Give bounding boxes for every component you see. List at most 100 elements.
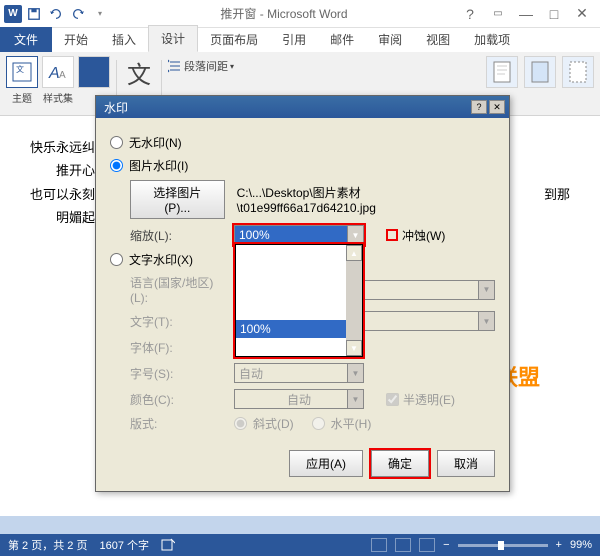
horizontal-label: 水平(H) <box>331 415 372 432</box>
picture-watermark-label: 图片水印(I) <box>129 157 188 174</box>
washout-label: 冲蚀(W) <box>402 227 445 244</box>
font-icon: 文 <box>123 56 155 88</box>
dialog-close-icon[interactable]: ✕ <box>489 100 505 114</box>
document-bottom-margin <box>0 516 600 534</box>
scale-dropdown-list: 自动 500% 200% 150% 100% 50% ▲ ▼ <box>235 244 363 357</box>
dialog-help-icon[interactable]: ? <box>471 100 487 114</box>
dd-item-50[interactable]: 50% <box>236 338 362 356</box>
color-combo: 自动 ▼ <box>234 389 364 409</box>
cancel-button[interactable]: 取消 <box>437 450 495 477</box>
no-watermark-label: 无水印(N) <box>129 134 182 151</box>
washout-checkbox[interactable] <box>386 229 398 241</box>
text-label: 文字(T): <box>130 313 230 330</box>
apply-button[interactable]: 应用(A) <box>289 450 363 477</box>
page-border-icon <box>562 56 594 88</box>
select-picture-button[interactable]: 选择图片(P)... <box>130 180 225 219</box>
window-title: 推开窗 - Microsoft Word <box>110 5 458 22</box>
page-color-icon <box>524 56 556 88</box>
chevron-down-icon: ▼ <box>347 390 363 408</box>
theme-label: 主题 <box>12 90 32 105</box>
size-combo: 自动 ▼ <box>234 363 364 383</box>
svg-text:文: 文 <box>16 64 24 74</box>
status-bar: 第 2 页，共 2 页 1607 个字 − + 99% <box>0 534 600 556</box>
tab-design[interactable]: 设计 <box>148 25 198 52</box>
dropdown-scrollbar[interactable]: ▲ ▼ <box>346 245 362 356</box>
theme-button[interactable]: 文 主题 <box>6 56 38 111</box>
view-web-icon[interactable] <box>419 538 435 552</box>
save-icon[interactable] <box>24 4 44 24</box>
tab-home[interactable]: 开始 <box>52 27 100 52</box>
layout-label: 版式: <box>130 415 230 432</box>
chevron-down-icon: ▼ <box>478 281 494 299</box>
para-spacing-label: 段落间距 <box>184 58 228 74</box>
file-tab[interactable]: 文件 <box>0 27 52 52</box>
scale-combo[interactable]: 100% ▼ 自动 500% 200% 150% 100% 50% ▲ ▼ <box>234 225 364 245</box>
scroll-up-icon[interactable]: ▲ <box>346 245 362 261</box>
view-print-icon[interactable] <box>371 538 387 552</box>
qat-dropdown-icon[interactable]: ▾ <box>90 4 110 24</box>
tab-insert[interactable]: 插入 <box>100 27 148 52</box>
tab-view[interactable]: 视图 <box>414 27 462 52</box>
zoom-out-icon[interactable]: − <box>443 539 449 551</box>
maximize-icon[interactable]: □ <box>542 4 566 24</box>
word-app-icon: W <box>4 5 22 23</box>
color-label: 颜色(C): <box>130 391 230 408</box>
view-read-icon[interactable] <box>395 538 411 552</box>
chevron-down-icon: ▼ <box>478 312 494 330</box>
text-watermark-radio[interactable] <box>110 253 123 266</box>
picture-watermark-radio[interactable] <box>110 159 123 172</box>
chevron-down-icon: ▼ <box>347 364 363 382</box>
page-border-button[interactable] <box>562 56 594 111</box>
theme-icon: 文 <box>6 56 38 88</box>
tab-mail[interactable]: 邮件 <box>318 27 366 52</box>
dialog-title: 水印 <box>100 99 469 116</box>
tab-layout[interactable]: 页面布局 <box>198 27 270 52</box>
text-watermark-label: 文字水印(X) <box>129 251 193 268</box>
color-icon <box>78 56 110 88</box>
ribbon-tabs: 文件 开始 插入 设计 页面布局 引用 邮件 审阅 视图 加载项 <box>0 28 600 52</box>
lang-label: 语言(国家/地区)(L): <box>130 274 230 305</box>
redo-icon[interactable] <box>68 4 88 24</box>
close-icon[interactable]: ✕ <box>570 4 594 24</box>
font-label: 字体(F): <box>130 339 230 356</box>
minimize-icon[interactable]: ― <box>514 4 538 24</box>
word-count[interactable]: 1607 个字 <box>99 537 149 553</box>
semitrans-label: 半透明(E) <box>403 391 455 408</box>
tab-review[interactable]: 审阅 <box>366 27 414 52</box>
styles-label: 样式集 <box>43 90 73 105</box>
proofing-icon[interactable] <box>161 537 175 554</box>
ok-button[interactable]: 确定 <box>371 450 429 477</box>
zoom-slider[interactable] <box>458 544 548 547</box>
dd-item-500[interactable]: 500% <box>236 266 362 284</box>
zoom-level[interactable]: 99% <box>570 539 592 551</box>
ribbon-display-icon[interactable]: ▭ <box>486 4 510 24</box>
diagonal-radio <box>234 417 247 430</box>
dd-item-auto[interactable]: 自动 <box>236 245 362 266</box>
watermark-icon <box>486 56 518 88</box>
paragraph-spacing-button[interactable]: 段落间距 ▾ <box>168 58 234 74</box>
semitrans-checkbox <box>386 393 399 406</box>
no-watermark-radio[interactable] <box>110 136 123 149</box>
horizontal-radio <box>312 417 325 430</box>
dialog-titlebar[interactable]: 水印 ? ✕ <box>96 96 509 118</box>
scroll-down-icon[interactable]: ▼ <box>346 340 362 356</box>
scale-label: 缩放(L): <box>130 227 230 244</box>
watermark-dialog: 水印 ? ✕ 无水印(N) 图片水印(I) 选择图片(P)... C:\...\… <box>95 95 510 492</box>
tab-addins[interactable]: 加载项 <box>462 27 522 52</box>
tab-references[interactable]: 引用 <box>270 27 318 52</box>
dd-item-200[interactable]: 200% <box>236 284 362 302</box>
para-spacing-icon <box>168 59 182 73</box>
picture-path-text: C:\...\Desktop\图片素材\t01e99ff66a17d64210.… <box>237 184 495 215</box>
zoom-in-icon[interactable]: + <box>556 539 562 551</box>
page-color-button[interactable] <box>524 56 556 111</box>
scale-value: 100% <box>239 228 270 242</box>
scale-dropdown-icon[interactable]: ▼ <box>347 226 363 244</box>
window-titlebar: W ▾ 推开窗 - Microsoft Word ? ▭ ― □ ✕ <box>0 0 600 28</box>
help-icon[interactable]: ? <box>458 4 482 24</box>
dd-item-100[interactable]: 100% <box>236 320 362 338</box>
zoom-slider-thumb[interactable] <box>498 541 504 550</box>
dd-item-150[interactable]: 150% <box>236 302 362 320</box>
undo-icon[interactable] <box>46 4 66 24</box>
page-info[interactable]: 第 2 页，共 2 页 <box>8 537 87 553</box>
styles-button[interactable]: AA 样式集 <box>42 56 74 111</box>
